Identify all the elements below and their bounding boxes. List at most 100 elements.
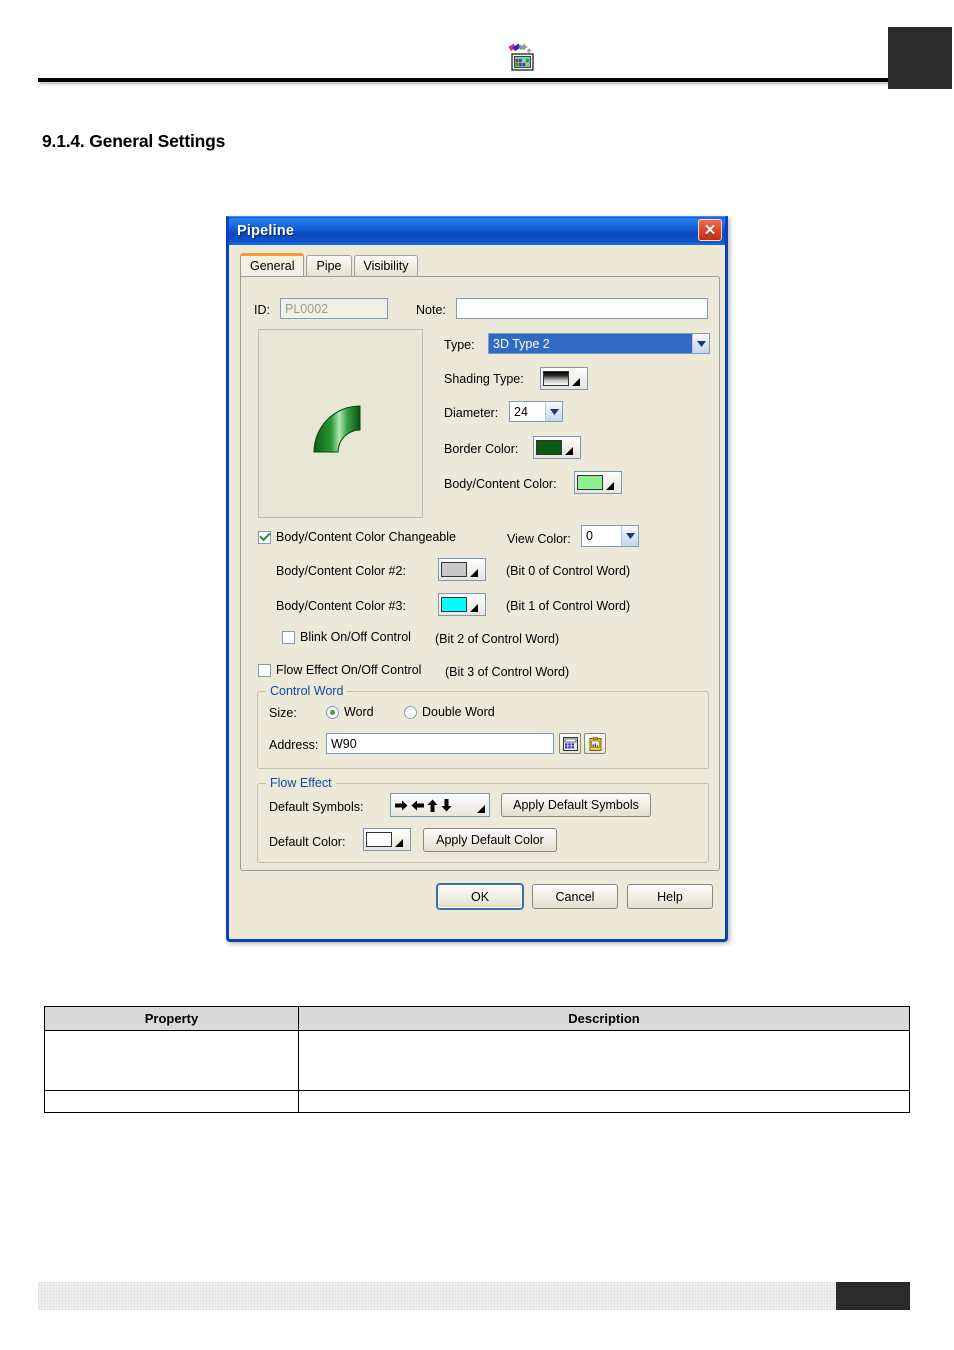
pipeline-dialog: Pipeline ✕ General Pipe Visibility ID: P…	[226, 216, 728, 942]
body-color-2-hint: (Bit 0 of Control Word)	[506, 564, 631, 578]
table-row	[44, 1030, 910, 1091]
arrow-up-icon	[427, 799, 438, 812]
dropdown-triangle-icon	[572, 378, 580, 386]
radio-selected-icon	[326, 705, 339, 719]
tab-visibility[interactable]: Visibility	[353, 255, 419, 276]
dialog-titlebar[interactable]: Pipeline ✕	[226, 216, 728, 245]
chevron-down-icon[interactable]	[692, 334, 709, 353]
close-icon[interactable]: ✕	[698, 219, 722, 241]
default-color-label: Default Color:	[269, 835, 346, 849]
arrow-down-icon	[441, 798, 452, 811]
column-header-property: Property	[44, 1006, 299, 1031]
footer-bar	[38, 1282, 910, 1310]
diameter-combo[interactable]: 24	[509, 401, 563, 422]
tabstrip: General Pipe Visibility	[240, 253, 720, 276]
flow-effect-group-title: Flow Effect	[266, 776, 336, 790]
default-color-button[interactable]	[363, 828, 411, 851]
flow-effect-control-hint: (Bit 3 of Control Word)	[445, 665, 570, 679]
header-corner-block	[888, 27, 952, 89]
note-field[interactable]	[456, 298, 708, 319]
page-header	[0, 0, 954, 100]
body-color-3-button[interactable]	[438, 593, 486, 616]
body-color-2-button[interactable]	[438, 558, 486, 581]
control-word-group-title: Control Word	[266, 684, 348, 698]
cancel-button[interactable]: Cancel	[532, 884, 618, 909]
header-divider	[38, 78, 890, 82]
view-color-combo[interactable]: 0	[581, 525, 639, 547]
flow-effect-control-checkbox[interactable]: Flow Effect On/Off Control	[258, 663, 421, 677]
tab-general[interactable]: General	[240, 253, 305, 276]
size-double-word-label: Double Word	[422, 705, 495, 719]
table-header-row: Property Description	[44, 1006, 910, 1031]
tab-pipe-label: Pipe	[316, 259, 342, 273]
border-color-swatch	[536, 440, 562, 455]
dialog-title: Pipeline	[237, 223, 295, 239]
general-tab-panel: ID: PL0002 Note: Type: 3D Type 2 Shading…	[240, 276, 720, 871]
shading-type-label: Shading Type:	[444, 372, 524, 386]
default-symbols-label: Default Symbols:	[269, 800, 364, 814]
shading-type-button[interactable]	[540, 367, 588, 390]
blink-control-checkbox[interactable]: Blink On/Off Control	[282, 630, 411, 644]
flow-effect-group: Flow Effect Default Symbols: Apply Defau…	[257, 776, 709, 863]
default-color-swatch	[366, 832, 392, 847]
body-color-2-label: Body/Content Color #2:	[276, 564, 406, 578]
diameter-label: Diameter:	[444, 406, 499, 420]
chevron-down-icon[interactable]	[621, 526, 638, 546]
dropdown-triangle-icon	[606, 482, 614, 490]
cell-property	[44, 1090, 299, 1113]
cell-description	[298, 1090, 910, 1113]
body-color-label: Body/Content Color:	[444, 477, 557, 491]
size-word-label: Word	[344, 705, 374, 719]
body-color-button[interactable]	[574, 471, 622, 494]
chevron-down-icon[interactable]	[545, 402, 562, 421]
cell-description	[298, 1030, 910, 1091]
radio-icon	[404, 705, 417, 719]
keypad-icon[interactable]	[559, 733, 581, 754]
ok-button[interactable]: OK	[437, 884, 523, 909]
dropdown-triangle-icon	[470, 604, 478, 612]
checkbox-icon	[282, 630, 295, 644]
pipe-preview	[258, 329, 423, 518]
border-color-label: Border Color:	[444, 442, 519, 456]
apply-default-symbols-button[interactable]: Apply Default Symbols	[501, 793, 651, 817]
diameter-value: 24	[514, 404, 528, 419]
tag-clipboard-icon[interactable]	[584, 733, 606, 754]
property-table: Property Description	[44, 1006, 910, 1113]
default-symbols-button[interactable]	[390, 793, 490, 817]
type-combo[interactable]: 3D Type 2	[488, 333, 710, 354]
border-color-button[interactable]	[533, 436, 581, 459]
body-color-3-swatch	[441, 597, 467, 612]
size-label: Size:	[269, 706, 297, 720]
id-label: ID:	[254, 303, 270, 317]
shading-swatch	[543, 371, 569, 386]
dropdown-triangle-icon	[565, 447, 573, 455]
checkmark-icon	[258, 530, 271, 544]
help-button[interactable]: Help	[627, 884, 713, 909]
body-color-2-swatch	[441, 562, 467, 577]
dropdown-triangle-icon	[477, 805, 485, 813]
arrow-left-icon	[411, 800, 424, 810]
size-double-word-radio[interactable]: Double Word	[404, 705, 495, 719]
tab-visibility-label: Visibility	[363, 259, 409, 273]
address-field[interactable]: W90	[326, 733, 554, 754]
cell-property	[44, 1030, 299, 1091]
apply-default-color-button[interactable]: Apply Default Color	[423, 828, 557, 852]
dropdown-triangle-icon	[470, 569, 478, 577]
arrow-right-icon	[395, 800, 408, 810]
view-color-label: View Color:	[507, 532, 571, 546]
tab-general-label: General	[250, 259, 295, 273]
note-label: Note:	[416, 303, 446, 317]
tab-pipe[interactable]: Pipe	[306, 255, 352, 276]
size-word-radio[interactable]: Word	[326, 705, 374, 719]
address-label: Address:	[269, 738, 319, 752]
id-field[interactable]: PL0002	[280, 298, 388, 319]
body-color-changeable-checkbox[interactable]: Body/Content Color Changeable	[258, 530, 456, 544]
control-word-group: Control Word Size: Word Double Word Addr…	[257, 684, 709, 769]
page-title: 9.1.4. General Settings	[42, 131, 226, 151]
blink-control-label: Blink On/Off Control	[300, 630, 411, 644]
body-color-swatch	[577, 475, 603, 490]
dropdown-triangle-icon	[395, 839, 403, 847]
body-color-3-label: Body/Content Color #3:	[276, 599, 406, 613]
column-header-description: Description	[298, 1006, 910, 1031]
view-color-value: 0	[586, 529, 593, 543]
